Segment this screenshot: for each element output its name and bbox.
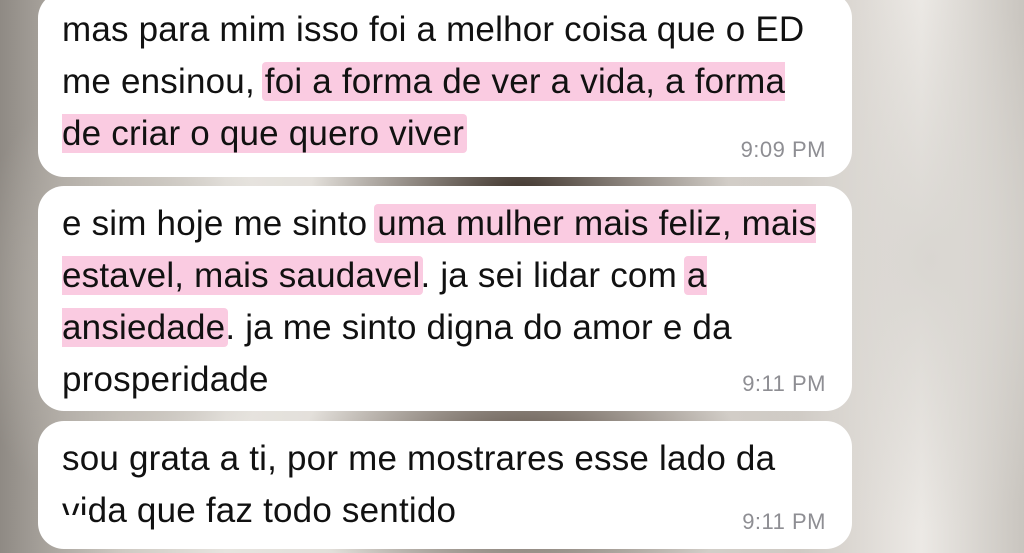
message-bubble[interactable]: sou grata a ti, por me mostrares esse la… xyxy=(38,421,852,549)
bubble-tail xyxy=(56,515,90,545)
message-bubble[interactable]: mas para mim isso foi a melhor coisa que… xyxy=(38,0,852,177)
message-text-segment: e sim hoje me sinto xyxy=(62,204,378,243)
message-text: sou grata a ti, por me mostrares esse la… xyxy=(62,433,826,537)
message-timestamp: 9:09 PM xyxy=(740,137,826,162)
message-text: e sim hoje me sinto uma mulher mais feli… xyxy=(62,198,826,406)
message-text-segment: sou grata a ti, por me mostrares esse la… xyxy=(62,439,776,530)
message-text: mas para mim isso foi a melhor coisa que… xyxy=(62,4,826,160)
message-timestamp: 9:11 PM xyxy=(742,509,826,534)
message-timestamp: 9:11 PM xyxy=(742,371,826,396)
message-bubble[interactable]: e sim hoje me sinto uma mulher mais feli… xyxy=(38,186,852,411)
chat-screen: { "messages": [ { "segments": [ {"text":… xyxy=(0,0,1024,553)
message-text-segment: . ja sei lidar com xyxy=(420,256,687,295)
